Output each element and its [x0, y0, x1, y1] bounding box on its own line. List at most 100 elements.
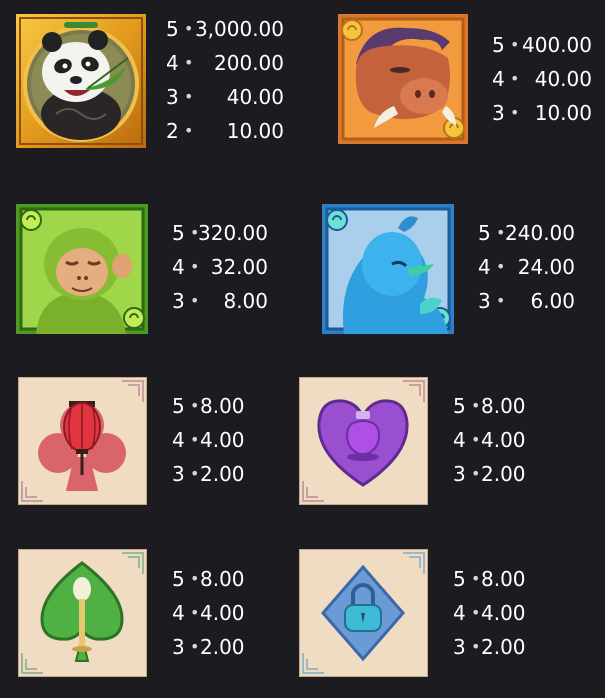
bullet: • — [190, 603, 200, 622]
payout-value: 200.00 — [214, 51, 284, 75]
bullet: • — [471, 637, 481, 656]
payout-value: 320.00 — [198, 221, 268, 245]
pay-row: 5 • 8.00 — [172, 389, 252, 423]
bullet: • — [471, 603, 481, 622]
pay-row: 4 • 24.00 — [478, 250, 575, 284]
payout-value: 4.00 — [481, 428, 526, 452]
payout-value: 8.00 — [223, 289, 268, 313]
bullet: • — [190, 569, 200, 588]
pay-row: 5 • 400.00 — [492, 28, 592, 62]
count: 4 — [478, 255, 491, 279]
bullet: • — [496, 223, 506, 242]
count: 5 — [172, 394, 185, 418]
payout-value: 40.00 — [534, 67, 592, 91]
monkey-symbol-icon — [16, 204, 148, 334]
bullet: • — [190, 637, 200, 656]
panda-symbol-icon — [16, 14, 146, 148]
payout-value: 8.00 — [481, 567, 526, 591]
count: 5 — [166, 17, 179, 41]
payout-value: 240.00 — [505, 221, 575, 245]
boar-symbol-icon — [338, 14, 468, 144]
bullet: • — [510, 69, 520, 88]
count: 4 — [172, 255, 185, 279]
count: 5 — [453, 394, 466, 418]
pay-row: 5 • 8.00 — [453, 562, 533, 596]
lock-diamond-symbol-icon — [299, 549, 428, 677]
count: 3 — [172, 289, 185, 313]
lotus-spade-symbol-icon — [18, 549, 147, 677]
count: 4 — [166, 51, 179, 75]
count: 3 — [166, 85, 179, 109]
boar-paytable: 5 • 400.00 4 • 40.00 3 • 10.00 — [492, 28, 592, 130]
bullet: • — [190, 430, 200, 449]
bird-paytable: 5 • 240.00 4 • 24.00 3 • 6.00 — [478, 216, 575, 318]
payout-value: 6.00 — [530, 289, 575, 313]
bullet: • — [510, 35, 520, 54]
lantern-club-symbol-icon — [18, 377, 147, 505]
count: 4 — [453, 428, 466, 452]
monkey-paytable: 5 • 320.00 4 • 32.00 3 • 8.00 — [172, 216, 268, 318]
payout-value: 400.00 — [522, 33, 592, 57]
count: 3 — [172, 462, 185, 486]
pay-row: 3 • 10.00 — [492, 96, 592, 130]
lock-diamond-paytable: 5 • 8.00 4 • 4.00 3 • 2.00 — [453, 562, 533, 664]
bullet: • — [190, 464, 200, 483]
count: 5 — [478, 221, 491, 245]
bullet: • — [471, 396, 481, 415]
pay-row: 3 • 2.00 — [172, 630, 252, 664]
pay-row: 4 • 4.00 — [453, 423, 533, 457]
lantern-club-paytable: 5 • 8.00 4 • 4.00 3 • 2.00 — [172, 389, 252, 491]
count: 4 — [492, 67, 505, 91]
payout-value: 2.00 — [481, 462, 526, 486]
pay-row: 4 • 32.00 — [172, 250, 268, 284]
bullet: • — [471, 430, 481, 449]
bullet: • — [184, 53, 194, 72]
bullet: • — [510, 103, 520, 122]
payout-value: 24.00 — [517, 255, 575, 279]
pay-row: 4 • 4.00 — [453, 596, 533, 630]
bullet: • — [190, 291, 200, 310]
payout-value: 8.00 — [200, 567, 245, 591]
pay-row: 4 • 4.00 — [172, 423, 252, 457]
pay-row: 5 • 8.00 — [172, 562, 252, 596]
payout-value: 4.00 — [481, 601, 526, 625]
bullet: • — [184, 87, 194, 106]
payout-value: 3,000.00 — [194, 17, 284, 41]
bird-symbol-icon — [322, 204, 454, 334]
bullet: • — [496, 291, 506, 310]
pay-row: 3 • 2.00 — [453, 457, 533, 491]
pay-row: 5 • 3,000.00 — [166, 12, 284, 46]
pay-row: 3 • 2.00 — [453, 630, 533, 664]
lotus-spade-paytable: 5 • 8.00 4 • 4.00 3 • 2.00 — [172, 562, 252, 664]
pay-row: 3 • 6.00 — [478, 284, 575, 318]
count: 2 — [166, 119, 179, 143]
count: 3 — [492, 101, 505, 125]
pay-row: 3 • 40.00 — [166, 80, 284, 114]
count: 3 — [453, 462, 466, 486]
count: 4 — [172, 428, 185, 452]
payout-value: 2.00 — [200, 462, 245, 486]
count: 3 — [453, 635, 466, 659]
count: 4 — [172, 601, 185, 625]
pay-row: 3 • 2.00 — [172, 457, 252, 491]
payout-value: 40.00 — [226, 85, 284, 109]
potion-heart-symbol-icon — [299, 377, 428, 505]
bullet: • — [471, 569, 481, 588]
count: 5 — [172, 567, 185, 591]
bullet: • — [190, 257, 200, 276]
panda-paytable: 5 • 3,000.00 4 • 200.00 3 • 40.00 2 • 10.00 — [166, 12, 284, 148]
payout-value: 10.00 — [534, 101, 592, 125]
pay-row: 2 • 10.00 — [166, 114, 284, 148]
count: 4 — [453, 601, 466, 625]
pay-row: 5 • 8.00 — [453, 389, 533, 423]
bullet: • — [471, 464, 481, 483]
pay-row: 4 • 4.00 — [172, 596, 252, 630]
payout-value: 32.00 — [210, 255, 268, 279]
count: 5 — [492, 33, 505, 57]
payout-value: 2.00 — [481, 635, 526, 659]
pay-row: 5 • 240.00 — [478, 216, 575, 250]
payout-value: 8.00 — [200, 394, 245, 418]
pay-row: 5 • 320.00 — [172, 216, 268, 250]
bullet: • — [190, 396, 200, 415]
pay-row: 4 • 40.00 — [492, 62, 592, 96]
